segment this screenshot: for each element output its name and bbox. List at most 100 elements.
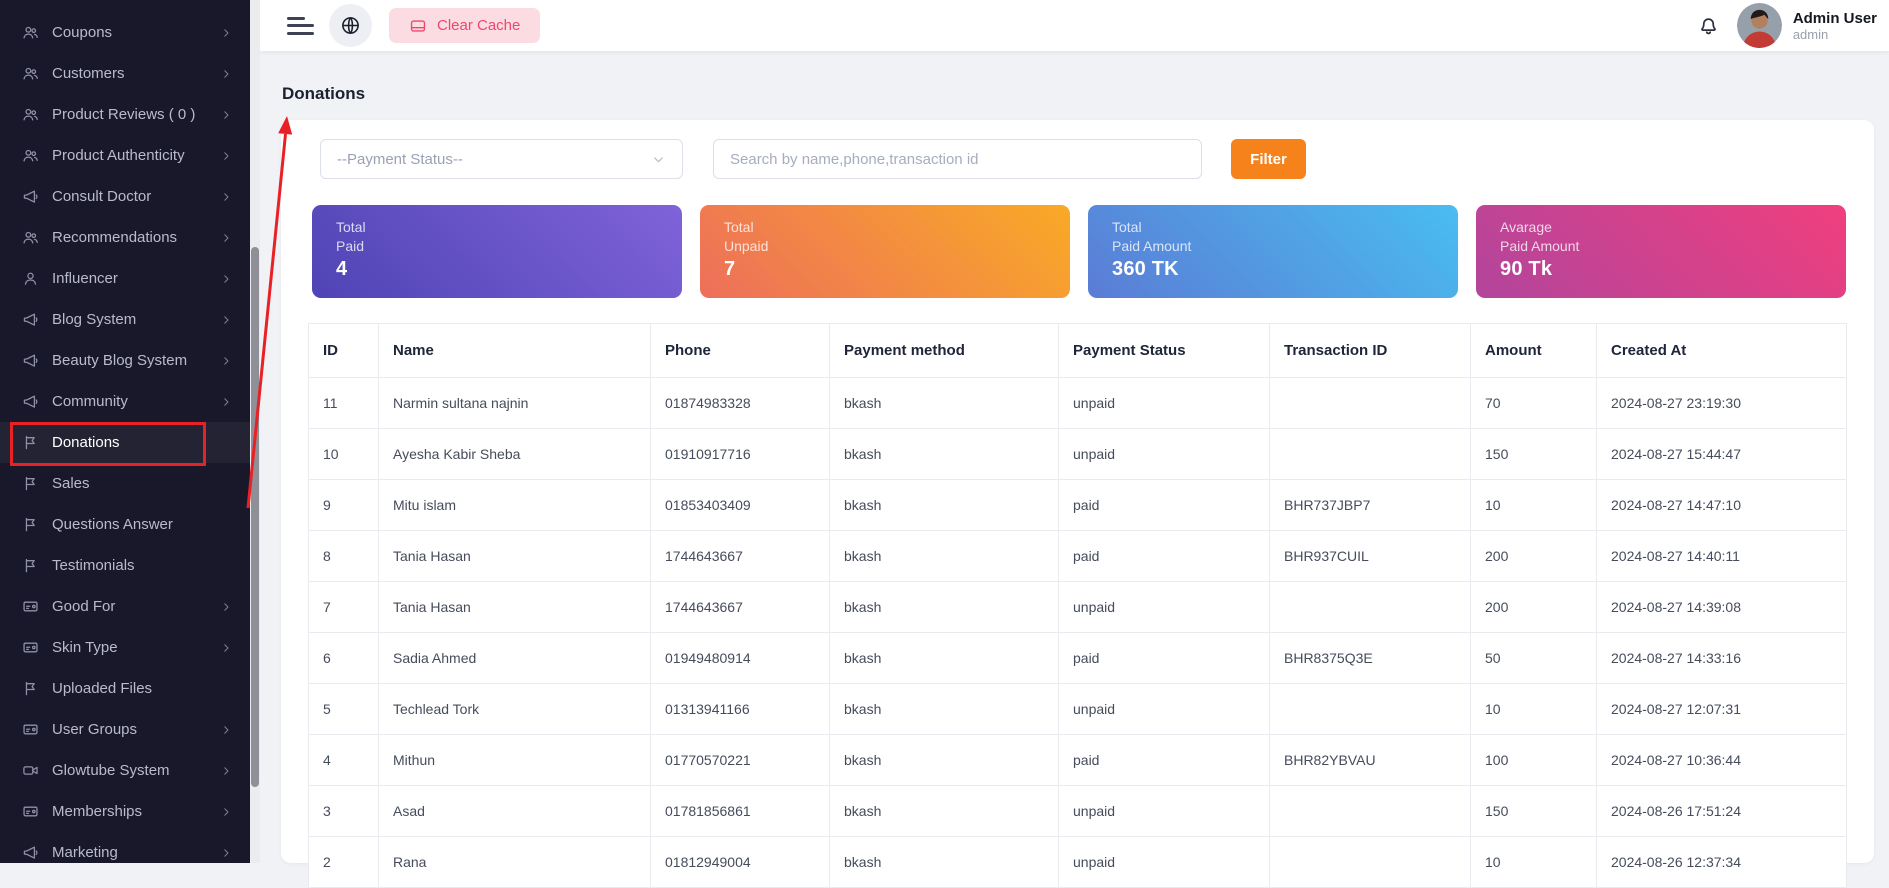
search-input[interactable] (713, 139, 1202, 179)
language-globe-button[interactable] (329, 4, 372, 47)
flag-icon (22, 516, 39, 533)
table-cell: bkash (829, 683, 1059, 735)
table-row: 3 Asad 01781856861 bkash unpaid 150 2024-08-26… (308, 785, 1847, 837)
sidebar-item-donations[interactable]: Donations (0, 422, 250, 463)
sidebar-item-label: Questions Answer (52, 516, 173, 533)
topbar: Clear Cache Admin User admin (260, 0, 1889, 51)
user-role: admin (1792, 26, 1829, 42)
chevron-right-icon (220, 150, 232, 162)
stats-row: Total Paid 4 Total Unpaid 7 Total Paid A… (312, 205, 1846, 298)
sidebar-item-customers[interactable]: Customers (0, 53, 250, 94)
clear-cache-button[interactable]: Clear Cache (389, 8, 541, 43)
table-row: 11 Narmin sultana najnin 01874983328 bkash u… (308, 377, 1847, 429)
sidebar-item-influencer[interactable]: Influencer (0, 258, 250, 299)
sidebar-item-good-for[interactable]: Good For (0, 586, 250, 627)
table-row: 6 Sadia Ahmed 01949480914 bkash paid BHR8375Q… (308, 632, 1847, 684)
sidebar-item-product-reviews-0[interactable]: Product Reviews ( 0 ) (0, 94, 250, 135)
table-cell: BHR937CUIL (1269, 530, 1471, 582)
sidebar-scrollbar-thumb[interactable] (251, 247, 259, 787)
sidebar-item-consult-doctor[interactable]: Consult Doctor (0, 176, 250, 217)
megaphone-icon (22, 352, 39, 369)
table-cell: 2024-08-27 14:33:16 (1596, 632, 1847, 684)
table-cell: 6 (308, 632, 379, 684)
table-cell: Ayesha Kabir Sheba (378, 428, 651, 480)
sidebar-item-marketing[interactable]: Marketing (0, 832, 250, 863)
stat-card-total-paid-amount: Total Paid Amount 360 TK (1088, 205, 1458, 298)
table-cell (1269, 581, 1471, 633)
table-cell: 10 (1470, 836, 1597, 888)
payment-status-select[interactable]: --Payment Status-- (320, 139, 683, 179)
sidebar-item-testimonials[interactable]: Testimonials (0, 545, 250, 586)
sidebar-item-label: Memberships (52, 803, 143, 820)
globe-icon (340, 15, 361, 36)
table-cell: unpaid (1058, 377, 1270, 429)
hamburger-menu-icon[interactable] (287, 16, 314, 35)
stat-value: 360 TK (1112, 258, 1179, 280)
sidebar-item-uploaded-files[interactable]: Uploaded Files (0, 668, 250, 709)
user-info[interactable]: Admin User admin (1793, 10, 1877, 42)
page-title: Donations (282, 84, 366, 103)
sidebar-item-label: Community (52, 393, 128, 410)
sidebar-item-label: Customers (52, 65, 125, 82)
table-cell: bkash (829, 632, 1059, 684)
user-icon (22, 270, 39, 287)
sidebar-item-label: Uploaded Files (52, 680, 153, 697)
sidebar-item-label: Coupons (52, 24, 113, 41)
avatar[interactable] (1736, 3, 1782, 48)
sidebar-scrollbar[interactable] (250, 0, 260, 863)
sidebar-item-beauty-blog-system[interactable]: Beauty Blog System (0, 340, 250, 381)
table-cell: Mithun (378, 734, 651, 786)
table-row: 7 Tania Hasan 1744643667 bkash unpaid 200 2024… (308, 581, 1847, 633)
chevron-right-icon (220, 765, 232, 777)
sidebar-item-sales[interactable]: Sales (0, 463, 250, 504)
column-header-name: Name (378, 323, 651, 378)
table-cell: 11 (308, 377, 379, 429)
sidebar-item-blog-system[interactable]: Blog System (0, 299, 250, 340)
table-cell: 2 (308, 836, 379, 888)
notifications-bell-icon[interactable] (1697, 13, 1720, 38)
sidebar-item-coupons[interactable]: Coupons (0, 12, 250, 53)
table-cell: 3 (308, 785, 379, 837)
stat-label: Total (724, 219, 754, 235)
table-cell: 100 (1470, 734, 1597, 786)
sidebar-item-skin-type[interactable]: Skin Type (0, 627, 250, 668)
sidebar-item-community[interactable]: Community (0, 381, 250, 422)
table-cell: Sadia Ahmed (378, 632, 651, 684)
sidebar-item-questions-answer[interactable]: Questions Answer (0, 504, 250, 545)
sidebar-item-label: Glowtube System (52, 762, 170, 779)
flag-icon (22, 434, 39, 451)
table-cell: bkash (829, 377, 1059, 429)
table-cell: bkash (829, 479, 1059, 531)
table-cell: BHR82YBVAU (1269, 734, 1471, 786)
column-header-created-at: Created At (1596, 323, 1847, 378)
table-cell: 9 (308, 479, 379, 531)
sidebar-item-user-groups[interactable]: User Groups (0, 709, 250, 750)
table-cell: 4 (308, 734, 379, 786)
sidebar-item-label: Good For (52, 598, 116, 615)
table-cell: bkash (829, 581, 1059, 633)
chevron-right-icon (220, 806, 232, 818)
table-cell: unpaid (1058, 581, 1270, 633)
table-cell: 01812949004 (650, 836, 830, 888)
table-cell: Rana (378, 836, 651, 888)
megaphone-icon (22, 844, 39, 861)
card-icon (22, 721, 39, 738)
filter-button[interactable]: Filter (1231, 139, 1306, 179)
sidebar-item-recommendations[interactable]: Recommendations (0, 217, 250, 258)
chevron-right-icon (220, 27, 232, 39)
table-cell: 10 (1470, 683, 1597, 735)
sidebar-item-glowtube-system[interactable]: Glowtube System (0, 750, 250, 791)
card-icon (22, 639, 39, 656)
chevron-right-icon (220, 847, 232, 859)
sidebar-item-memberships[interactable]: Memberships (0, 791, 250, 832)
stat-label: Total (336, 219, 366, 235)
chevron-right-icon (220, 724, 232, 736)
sidebar-item-label: Skin Type (52, 639, 118, 656)
column-header-transaction-id: Transaction ID (1269, 323, 1471, 378)
sidebar-item-label: Recommendations (52, 229, 178, 246)
table-cell: 70 (1470, 377, 1597, 429)
table-cell: 5 (308, 683, 379, 735)
sidebar-item-product-authenticity[interactable]: Product Authenticity (0, 135, 250, 176)
user-name: Admin User (1792, 9, 1877, 27)
chevron-right-icon (220, 109, 232, 121)
